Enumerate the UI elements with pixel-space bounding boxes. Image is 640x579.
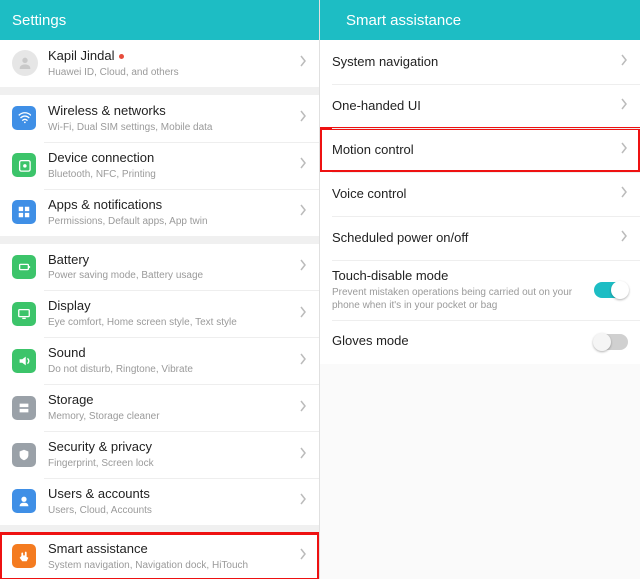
- item-sub: System navigation, Navigation dock, HiTo…: [48, 559, 293, 572]
- chevron-right-icon: [620, 53, 628, 71]
- section-gap: [0, 236, 319, 244]
- item-label: Voice control: [332, 186, 614, 203]
- wifi-icon: [12, 106, 36, 130]
- sound-icon: [12, 349, 36, 373]
- notification-dot-icon: [119, 54, 124, 59]
- smart-assistance-pane: Smart assistance System navigation One-ha…: [320, 0, 640, 579]
- chevron-right-icon: [299, 352, 307, 370]
- item-label: Users & accounts: [48, 486, 293, 503]
- device-icon: [12, 153, 36, 177]
- item-sub: Eye comfort, Home screen style, Text sty…: [48, 316, 293, 329]
- chevron-right-icon: [299, 109, 307, 127]
- item-label: Security & privacy: [48, 439, 293, 456]
- settings-title: Settings: [12, 12, 307, 29]
- item-label: Motion control: [332, 142, 614, 159]
- chevron-right-icon: [299, 492, 307, 510]
- sa-item-5[interactable]: Touch-disable modePrevent mistaken opera…: [320, 260, 640, 320]
- settings-item-shield[interactable]: Security & privacyFingerprint, Screen lo…: [0, 431, 319, 478]
- toggle-switch[interactable]: [594, 334, 628, 350]
- item-sub: Power saving mode, Battery usage: [48, 269, 293, 282]
- item-sub: Wi-Fi, Dual SIM settings, Mobile data: [48, 121, 293, 134]
- toggle-switch[interactable]: [594, 282, 628, 298]
- apps-icon: [12, 200, 36, 224]
- display-icon: [12, 302, 36, 326]
- item-sub: Memory, Storage cleaner: [48, 410, 293, 423]
- settings-item-hand[interactable]: Smart assistanceSystem navigation, Navig…: [0, 533, 319, 579]
- item-label: Wireless & networks: [48, 103, 293, 120]
- users-icon: [12, 489, 36, 513]
- settings-list: Wireless & networksWi-Fi, Dual SIM setti…: [0, 95, 319, 579]
- settings-item-wifi[interactable]: Wireless & networksWi-Fi, Dual SIM setti…: [0, 95, 319, 142]
- item-label: Battery: [48, 252, 293, 269]
- item-label: System navigation: [332, 54, 614, 71]
- settings-item-storage[interactable]: StorageMemory, Storage cleaner: [0, 384, 319, 431]
- settings-pane: Settings Kapil Jindal Huawei ID, Cloud, …: [0, 0, 320, 579]
- profile-row[interactable]: Kapil Jindal Huawei ID, Cloud, and other…: [0, 40, 319, 87]
- item-sub: Bluetooth, NFC, Printing: [48, 168, 293, 181]
- settings-item-device[interactable]: Device connectionBluetooth, NFC, Printin…: [0, 142, 319, 189]
- item-label: Gloves mode: [332, 333, 588, 350]
- hand-icon: [12, 544, 36, 568]
- settings-header: Settings: [0, 0, 319, 40]
- item-sub: Do not disturb, Ringtone, Vibrate: [48, 363, 293, 376]
- sa-item-0[interactable]: System navigation: [320, 40, 640, 84]
- item-label: Apps & notifications: [48, 197, 293, 214]
- sa-item-3[interactable]: Voice control: [320, 172, 640, 216]
- section-gap: [0, 87, 319, 95]
- profile-name: Kapil Jindal: [48, 48, 115, 63]
- smart-assistance-list: System navigation One-handed UI Motion con…: [320, 40, 640, 364]
- chevron-right-icon: [620, 229, 628, 247]
- smart-assistance-title: Smart assistance: [346, 12, 628, 29]
- smart-assistance-header: Smart assistance: [320, 0, 640, 40]
- item-label: Device connection: [48, 150, 293, 167]
- avatar-icon: [12, 50, 38, 76]
- sa-item-6[interactable]: Gloves mode: [320, 320, 640, 364]
- sa-item-2[interactable]: Motion control: [320, 128, 640, 172]
- item-label: Touch-disable mode: [332, 268, 588, 285]
- item-sub: Users, Cloud, Accounts: [48, 504, 293, 517]
- item-sub: Prevent mistaken operations being carrie…: [332, 286, 588, 312]
- chevron-right-icon: [299, 54, 307, 72]
- section-gap: [0, 525, 319, 533]
- settings-item-users[interactable]: Users & accountsUsers, Cloud, Accounts: [0, 478, 319, 525]
- item-label: One-handed UI: [332, 98, 614, 115]
- settings-item-battery[interactable]: BatteryPower saving mode, Battery usage: [0, 244, 319, 291]
- chevron-right-icon: [620, 141, 628, 159]
- chevron-right-icon: [299, 258, 307, 276]
- item-label: Storage: [48, 392, 293, 409]
- item-sub: Permissions, Default apps, App twin: [48, 215, 293, 228]
- item-label: Scheduled power on/off: [332, 230, 614, 247]
- item-label: Sound: [48, 345, 293, 362]
- item-sub: Fingerprint, Screen lock: [48, 457, 293, 470]
- chevron-right-icon: [299, 305, 307, 323]
- chevron-right-icon: [299, 203, 307, 221]
- settings-item-apps[interactable]: Apps & notificationsPermissions, Default…: [0, 189, 319, 236]
- chevron-right-icon: [299, 156, 307, 174]
- chevron-right-icon: [299, 399, 307, 417]
- shield-icon: [12, 443, 36, 467]
- settings-item-sound[interactable]: SoundDo not disturb, Ringtone, Vibrate: [0, 337, 319, 384]
- item-label: Smart assistance: [48, 541, 293, 558]
- battery-icon: [12, 255, 36, 279]
- profile-sub: Huawei ID, Cloud, and others: [48, 66, 293, 79]
- sa-item-1[interactable]: One-handed UI: [320, 84, 640, 128]
- chevron-right-icon: [620, 97, 628, 115]
- sa-item-4[interactable]: Scheduled power on/off: [320, 216, 640, 260]
- chevron-right-icon: [299, 446, 307, 464]
- settings-item-display[interactable]: DisplayEye comfort, Home screen style, T…: [0, 290, 319, 337]
- chevron-right-icon: [620, 185, 628, 203]
- chevron-right-icon: [299, 547, 307, 565]
- item-label: Display: [48, 298, 293, 315]
- storage-icon: [12, 396, 36, 420]
